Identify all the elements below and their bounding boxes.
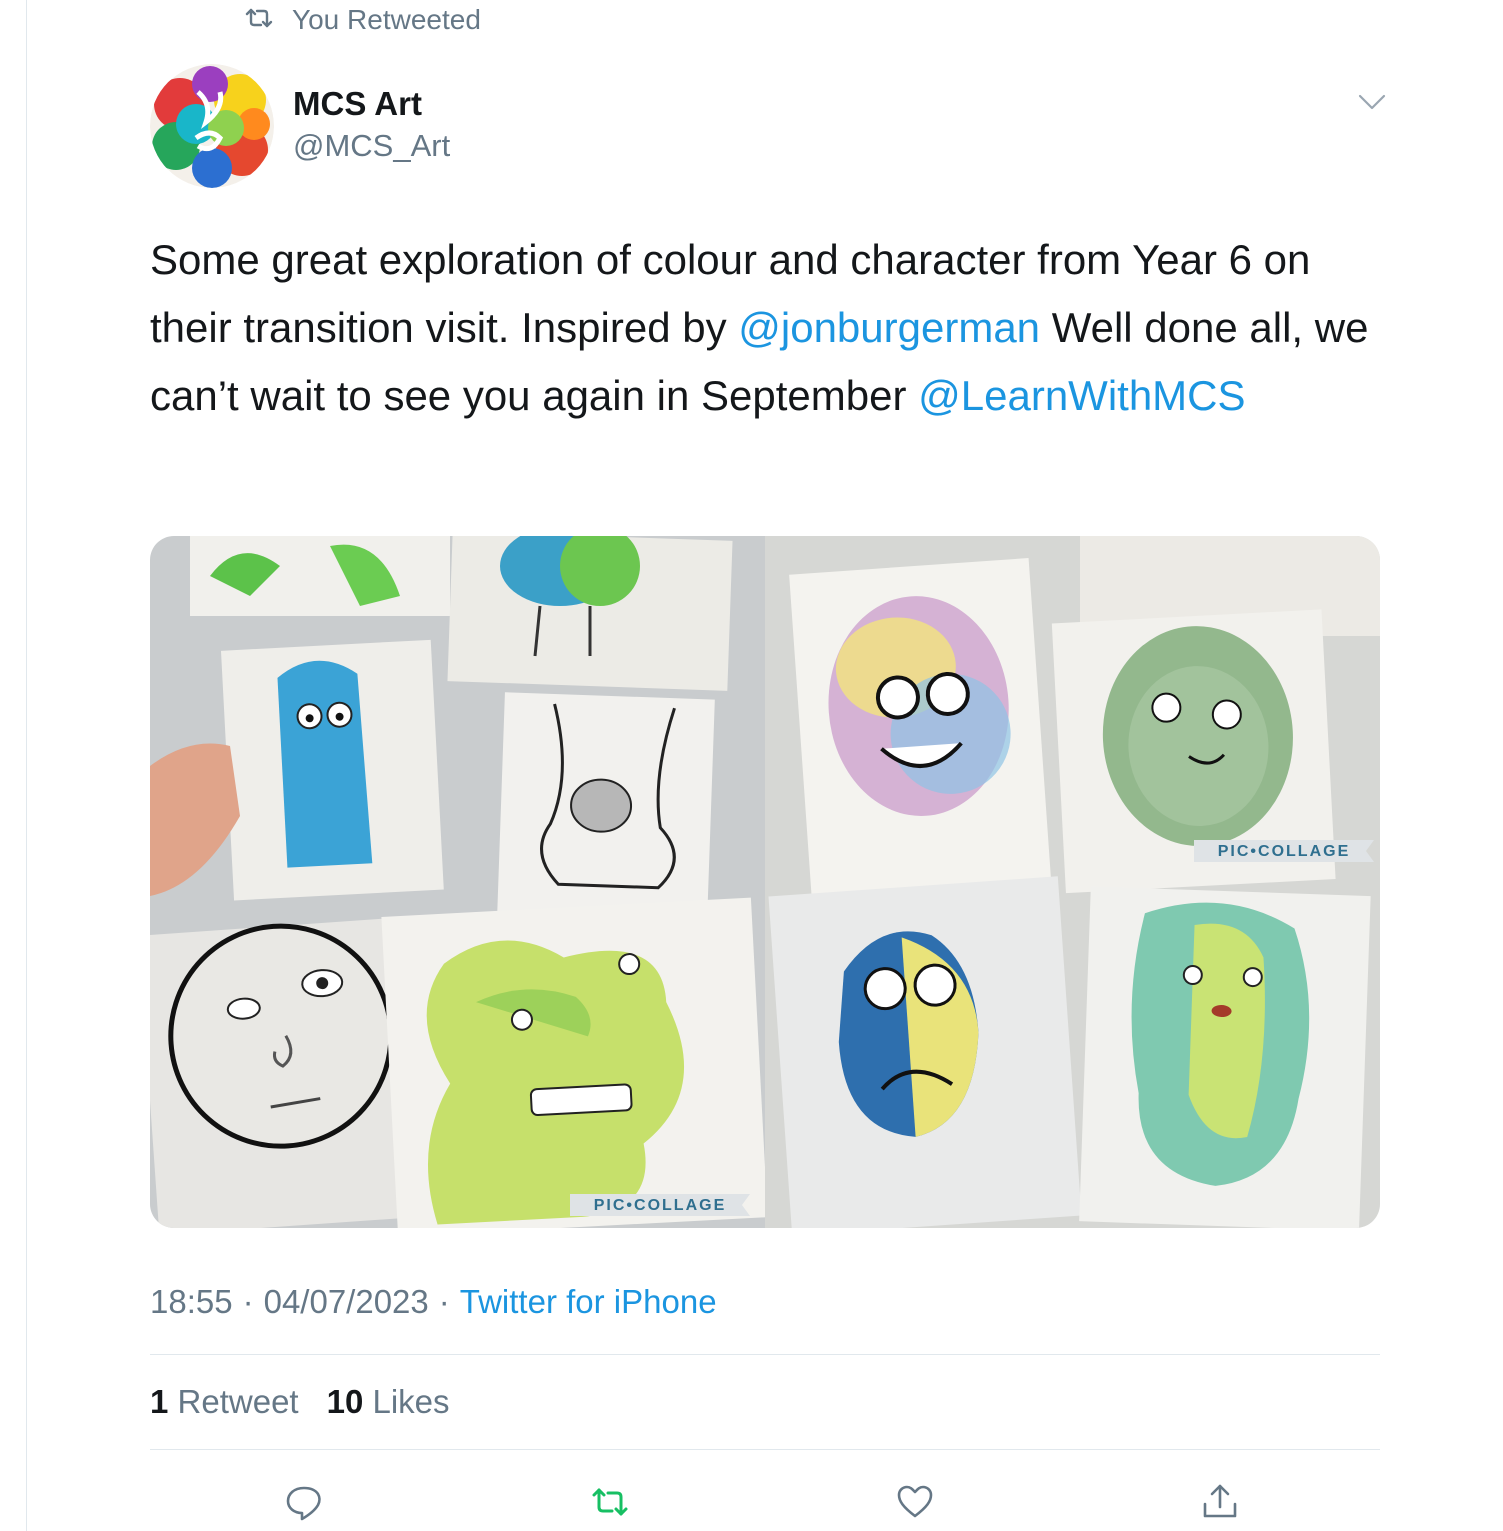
meta-separator: · bbox=[242, 1283, 254, 1320]
timeline-border bbox=[26, 0, 27, 1531]
retweets-stat[interactable]: 1 Retweet bbox=[150, 1383, 299, 1421]
collage-right[interactable]: PIC•COLLAGE bbox=[765, 536, 1380, 1228]
divider bbox=[150, 1449, 1380, 1450]
avatar-logo bbox=[150, 64, 274, 188]
share-icon bbox=[1203, 1484, 1237, 1518]
collage-left[interactable]: PIC•COLLAGE bbox=[150, 536, 768, 1228]
author-block[interactable]: MCS Art @MCS_Art bbox=[293, 84, 450, 166]
tweet-media[interactable]: PIC•COLLAGE PIC•COLLAGE bbox=[150, 536, 1380, 1228]
retweet-button[interactable] bbox=[588, 1480, 632, 1524]
tweet-meta: 18:55 · 04/07/2023 · Twitter for iPhone bbox=[150, 1283, 717, 1321]
like-button[interactable] bbox=[893, 1480, 937, 1524]
reply-icon bbox=[286, 1486, 321, 1521]
author-name[interactable]: MCS Art bbox=[293, 84, 450, 124]
tweet-source-link[interactable]: Twitter for iPhone bbox=[460, 1283, 717, 1321]
retweet-icon bbox=[592, 1488, 628, 1516]
collage-watermark: PIC•COLLAGE bbox=[1218, 843, 1351, 860]
reply-button[interactable] bbox=[282, 1480, 326, 1524]
likes-stat[interactable]: 10 Likes bbox=[327, 1383, 450, 1421]
mention-link[interactable]: @jonburgerman bbox=[738, 304, 1040, 351]
tweet-text: Some great exploration of colour and cha… bbox=[150, 226, 1390, 430]
mention-link[interactable]: @LearnWithMCS bbox=[918, 372, 1245, 419]
meta-separator: · bbox=[438, 1283, 450, 1320]
divider bbox=[150, 1354, 1380, 1355]
avatar[interactable] bbox=[150, 64, 274, 188]
tweet-date[interactable]: 04/07/2023 bbox=[264, 1283, 429, 1321]
tweet-time[interactable]: 18:55 bbox=[150, 1283, 233, 1321]
chevron-down-icon[interactable] bbox=[1357, 92, 1387, 112]
retweets-count: 1 bbox=[150, 1383, 169, 1420]
retweet-banner-label: You Retweeted bbox=[292, 4, 481, 35]
heart-icon bbox=[897, 1485, 933, 1518]
retweets-label: Retweet bbox=[177, 1383, 299, 1420]
retweet-icon bbox=[244, 4, 274, 36]
collage-watermark: PIC•COLLAGE bbox=[594, 1197, 727, 1214]
author-handle[interactable]: @MCS_Art bbox=[293, 126, 450, 166]
share-button[interactable] bbox=[1198, 1480, 1242, 1524]
tweet-stats: 1 Retweet 10 Likes bbox=[150, 1383, 450, 1421]
likes-count: 10 bbox=[326, 1383, 364, 1420]
retweet-banner: You Retweeted bbox=[244, 0, 481, 40]
likes-label: Likes bbox=[372, 1383, 450, 1420]
